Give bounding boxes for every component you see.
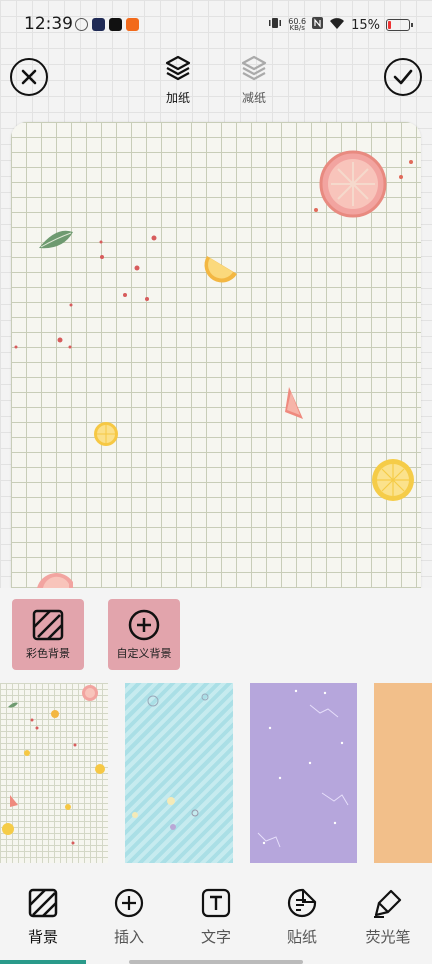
plus-circle-icon [128, 609, 160, 641]
diagonal-stripes-icon [28, 888, 58, 918]
text-box-icon [201, 888, 231, 918]
highlighter-icon [374, 889, 402, 918]
active-tab-indicator [0, 960, 86, 964]
vibrate-icon [268, 16, 282, 34]
grapefruit-wedge-sticker [285, 387, 303, 419]
nav-text-label: 文字 [200, 928, 231, 946]
background-thumbnail-grid[interactable] [0, 683, 108, 863]
app-notification-icon [75, 18, 88, 31]
app-notification-icon [126, 18, 139, 31]
thumbnail-fruit-art [2, 685, 105, 845]
leaf-sticker [39, 230, 73, 249]
status-time: 12:39 [24, 14, 73, 34]
status-right: 60.6 KB/s 15% [268, 16, 413, 34]
grapefruit-sticker [319, 150, 387, 218]
battery-percent: 15% [351, 17, 380, 33]
net-speed: 60.6 KB/s [288, 18, 306, 32]
add-paper-button[interactable]: 加纸 [153, 54, 203, 106]
color-background-label: 彩色背景 [26, 647, 70, 660]
sticker-icon [287, 888, 317, 918]
nav-insert-label: 插入 [113, 928, 144, 946]
bottom-nav: 背景 插入 文字 贴纸 荧光笔 [0, 880, 432, 964]
nav-background[interactable]: 背景 [3, 888, 83, 947]
paper-preview[interactable] [11, 122, 421, 588]
background-thumbnail-cyan[interactable] [125, 683, 233, 863]
home-indicator[interactable] [129, 960, 303, 964]
add-paper-label: 加纸 [165, 91, 190, 105]
lemon-sticker [372, 459, 414, 501]
nav-text[interactable]: 文字 [176, 888, 256, 947]
fruit-decorations [14, 150, 414, 588]
close-button[interactable] [10, 58, 48, 96]
confirm-button[interactable] [384, 58, 422, 96]
tiktok-icon [109, 18, 122, 31]
nav-highlighter[interactable]: 荧光笔 [348, 888, 428, 947]
background-thumbnail-purple[interactable] [250, 683, 357, 863]
remove-paper-label: 减纸 [241, 91, 266, 105]
thumbnail-doodles [132, 693, 209, 830]
custom-background-label: 自定义背景 [116, 647, 172, 660]
layers-icon [165, 55, 191, 81]
status-bar: 12:39 60.6 KB/s 15% [0, 0, 432, 50]
layers-icon [241, 55, 267, 81]
grapefruit-partial-sticker [37, 573, 73, 588]
plus-circle-icon [114, 888, 144, 918]
battery-icon [386, 19, 413, 31]
app-notification-icon [92, 18, 105, 31]
battery-level [388, 21, 391, 29]
custom-background-button[interactable]: 自定义背景 [108, 599, 180, 670]
nfc-icon [312, 17, 324, 33]
diagonal-stripes-icon [32, 609, 64, 641]
notification-icons [75, 18, 139, 31]
orange-slice-sticker [204, 256, 237, 283]
color-background-button[interactable]: 彩色背景 [12, 599, 84, 670]
nav-background-label: 背景 [27, 928, 58, 946]
check-circle-icon [393, 69, 413, 85]
background-thumbnail-orange[interactable] [374, 683, 432, 863]
nav-highlighter-label: 荧光笔 [365, 928, 411, 946]
wifi-icon [329, 17, 345, 34]
nav-sticker[interactable]: 贴纸 [262, 888, 342, 947]
net-speed-unit: KB/s [289, 24, 305, 32]
close-circle-icon [21, 69, 37, 85]
remove-paper-button[interactable]: 减纸 [229, 54, 279, 106]
nav-insert[interactable]: 插入 [89, 888, 169, 947]
lemon-slice-sticker [94, 422, 118, 446]
thumbnail-stars [257, 689, 349, 848]
nav-sticker-label: 贴纸 [286, 928, 317, 946]
